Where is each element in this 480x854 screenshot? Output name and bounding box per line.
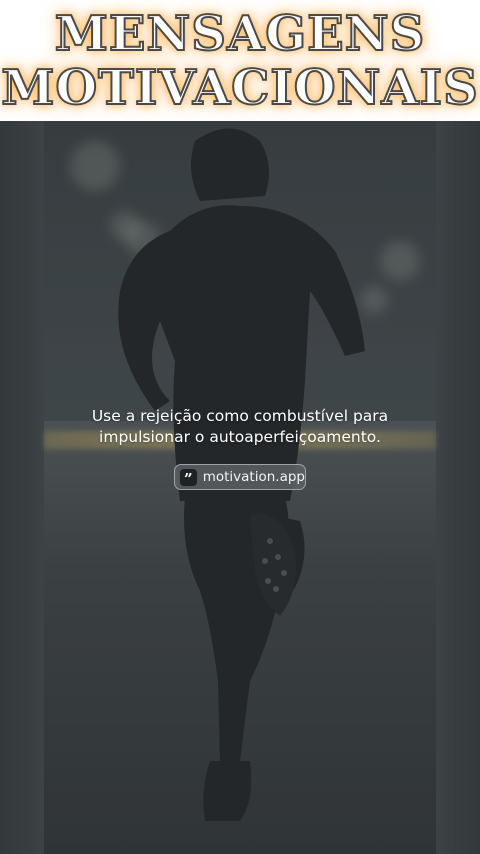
app-badge-label: motivation.app: [202, 469, 305, 485]
quote-line-1: Use a rejeição como combustível para: [91, 407, 389, 425]
title-banner: MENSAGENS MOTIVACIONAIS: [0, 0, 480, 120]
background-photo: Use a rejeição como combustível para imp…: [0, 121, 480, 854]
quote-line-2: impulsionar o autoaperfeiçoamento.: [99, 428, 381, 446]
title-line-2: MOTIVACIONAIS: [0, 60, 479, 116]
quote-mark-icon: ”: [180, 468, 197, 488]
title-line-1: MENSAGENS: [54, 6, 426, 62]
motivational-quote: Use a rejeição como combustível para imp…: [60, 406, 420, 448]
app-badge[interactable]: ” motivation.app: [174, 464, 306, 490]
